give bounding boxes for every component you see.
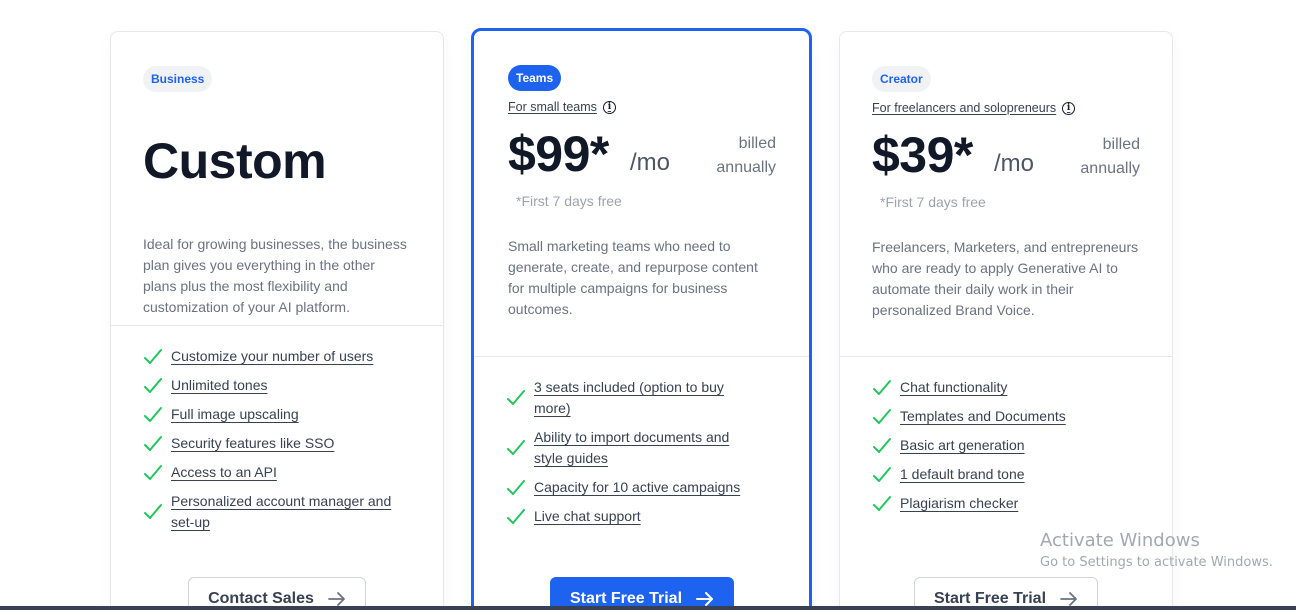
trial-note: *First 7 days free: [880, 194, 986, 210]
feature-item: Capacity for 10 active campaigns: [506, 477, 759, 498]
check-icon: [144, 464, 162, 480]
info-icon[interactable]: i: [1062, 101, 1076, 115]
feature-item: Chat functionality: [872, 377, 1142, 398]
trial-note: *First 7 days free: [516, 193, 622, 209]
plan-price-period: /mo: [994, 150, 1035, 177]
plan-description-business: Ideal for growing businesses, the busine…: [143, 236, 407, 315]
check-icon: [144, 504, 162, 519]
arrow-right-icon: [696, 592, 714, 606]
arrow-right-icon: [1060, 592, 1077, 606]
check-icon: [507, 479, 525, 495]
feature-link[interactable]: Capacity for 10 active campaigns: [534, 477, 740, 498]
check-icon: [144, 435, 162, 451]
price-row-creator: $39* /mo billed annually: [872, 126, 1140, 192]
feature-list-teams: 3 seats included (option to buy more) Abi…: [506, 377, 759, 535]
feature-link[interactable]: Templates and Documents: [900, 406, 1066, 427]
plan-subtitle-teams[interactable]: For small teams i: [508, 99, 776, 115]
price-row-teams: $99* /mo billed annually: [508, 125, 776, 191]
feature-link[interactable]: Ability to import documents and style gu…: [534, 427, 759, 469]
feature-link[interactable]: Unlimited tones: [171, 375, 268, 396]
plan-description-creator: Freelancers, Marketers, and entrepreneur…: [872, 239, 1139, 318]
feature-link[interactable]: Security features like SSO: [171, 433, 334, 454]
check-icon: [873, 466, 891, 482]
feature-item: Ability to import documents and style gu…: [506, 427, 759, 469]
feature-link[interactable]: Full image upscaling: [171, 404, 299, 425]
watermark-subtitle: Go to Settings to activate Windows.: [1040, 555, 1273, 570]
plan-badge-creator: Creator: [872, 66, 931, 92]
feature-link[interactable]: Personalized account manager and set-up: [171, 491, 413, 533]
plan-description-teams: Small marketing teams who need to genera…: [508, 238, 758, 317]
billing-note: billed annually: [716, 135, 776, 176]
pricing-card-creator: Creator For freelancers and solopreneurs…: [839, 31, 1173, 610]
feature-item: Plagiarism checker: [872, 493, 1142, 514]
feature-list-business: Customize your number of users Unlimited …: [143, 346, 413, 541]
windows-activation-watermark: Activate Windows Go to Settings to activ…: [1040, 530, 1273, 570]
check-icon: [507, 440, 525, 455]
check-icon: [507, 390, 525, 405]
card-divider: [840, 356, 1172, 357]
feature-link[interactable]: Chat functionality: [900, 377, 1007, 398]
feature-item: 1 default brand tone: [872, 464, 1142, 485]
feature-link[interactable]: 3 seats included (option to buy more): [534, 377, 759, 419]
feature-item: Unlimited tones: [143, 375, 413, 396]
arrow-right-icon: [328, 592, 345, 606]
feature-item: Live chat support: [506, 506, 759, 527]
feature-item: Templates and Documents: [872, 406, 1142, 427]
check-icon: [507, 508, 525, 524]
feature-item: Security features like SSO: [143, 433, 413, 454]
check-icon: [873, 408, 891, 424]
feature-item: Personalized account manager and set-up: [143, 491, 413, 533]
check-icon: [873, 495, 891, 511]
pricing-card-teams: Teams For small teams i $99* /mo billed …: [471, 28, 812, 610]
check-icon: [144, 348, 162, 364]
feature-item: Customize your number of users: [143, 346, 413, 367]
check-icon: [873, 437, 891, 453]
plan-subtitle-creator[interactable]: For freelancers and solopreneurs i: [872, 100, 1140, 116]
watermark-title: Activate Windows: [1040, 530, 1200, 551]
feature-link[interactable]: Basic art generation: [900, 435, 1025, 456]
card-divider: [111, 325, 443, 326]
feature-item: Basic art generation: [872, 435, 1142, 456]
feature-link[interactable]: 1 default brand tone: [900, 464, 1025, 485]
check-icon: [873, 379, 891, 395]
plan-badge-business: Business: [143, 66, 213, 92]
plan-price: $39*: [872, 127, 973, 183]
feature-item: 3 seats included (option to buy more): [506, 377, 759, 419]
billing-note: billed annually: [1080, 136, 1140, 177]
info-icon[interactable]: i: [602, 100, 616, 114]
feature-item: Access to an API: [143, 462, 413, 483]
plan-price-period: /mo: [630, 149, 671, 176]
feature-item: Full image upscaling: [143, 404, 413, 425]
plan-subtitle-text[interactable]: For freelancers and solopreneurs: [872, 101, 1056, 115]
feature-link[interactable]: Customize your number of users: [171, 346, 373, 367]
check-icon: [144, 406, 162, 422]
feature-link[interactable]: Access to an API: [171, 462, 277, 483]
plan-subtitle-text[interactable]: For small teams: [508, 100, 597, 114]
feature-link[interactable]: Plagiarism checker: [900, 493, 1018, 514]
feature-link[interactable]: Live chat support: [534, 506, 641, 527]
taskbar-edge: [0, 606, 1296, 610]
plan-badge-teams: Teams: [508, 65, 562, 91]
plan-title-custom: Custom: [143, 133, 327, 189]
check-icon: [144, 377, 162, 393]
card-divider: [474, 356, 809, 357]
pricing-card-business: Business Custom Ideal for growing busine…: [110, 31, 444, 610]
feature-list-creator: Chat functionality Templates and Document…: [872, 377, 1142, 522]
plan-price: $99*: [508, 126, 609, 182]
